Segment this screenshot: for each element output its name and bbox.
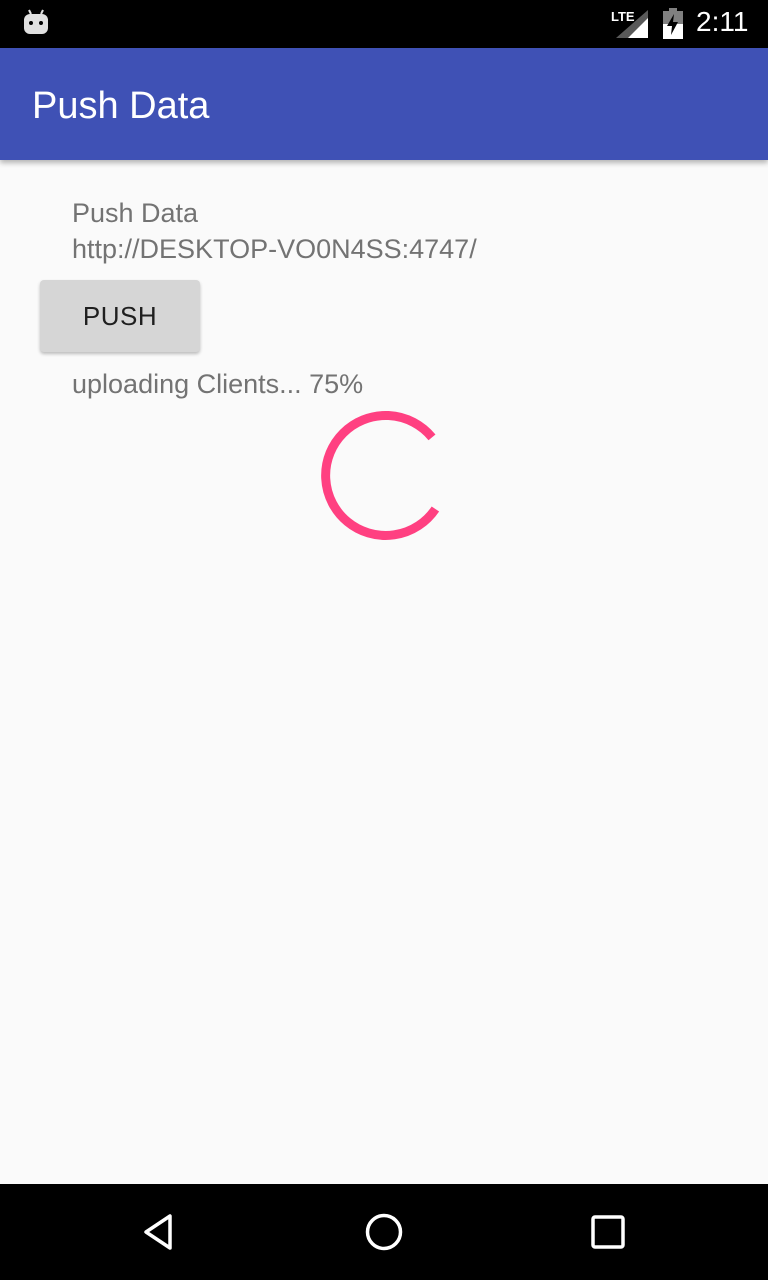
- back-icon[interactable]: [136, 1208, 184, 1256]
- android-icon: [24, 9, 48, 34]
- battery-charging-icon: [663, 8, 683, 39]
- upload-status-label: uploading Clients... 75%: [72, 369, 364, 399]
- status-clock: 2:11: [696, 6, 749, 37]
- progress-spinner: [321, 411, 440, 540]
- home-icon[interactable]: [360, 1208, 408, 1256]
- signal-icon: [616, 10, 648, 38]
- app-title: Push Data: [32, 85, 210, 127]
- server-url-label: http://DESKTOP-VO0N4SS:4747/: [72, 234, 477, 264]
- app-bar: Push Data: [0, 48, 768, 160]
- recents-icon[interactable]: [584, 1208, 632, 1256]
- main-content: Push Data http://DESKTOP-VO0N4SS:4747/ P…: [0, 160, 768, 1184]
- push-button[interactable]: PUSH: [40, 280, 200, 352]
- push-data-heading: Push Data: [72, 198, 199, 228]
- navigation-bar: [0, 1184, 768, 1280]
- status-bar: LTE 2:11: [0, 0, 768, 48]
